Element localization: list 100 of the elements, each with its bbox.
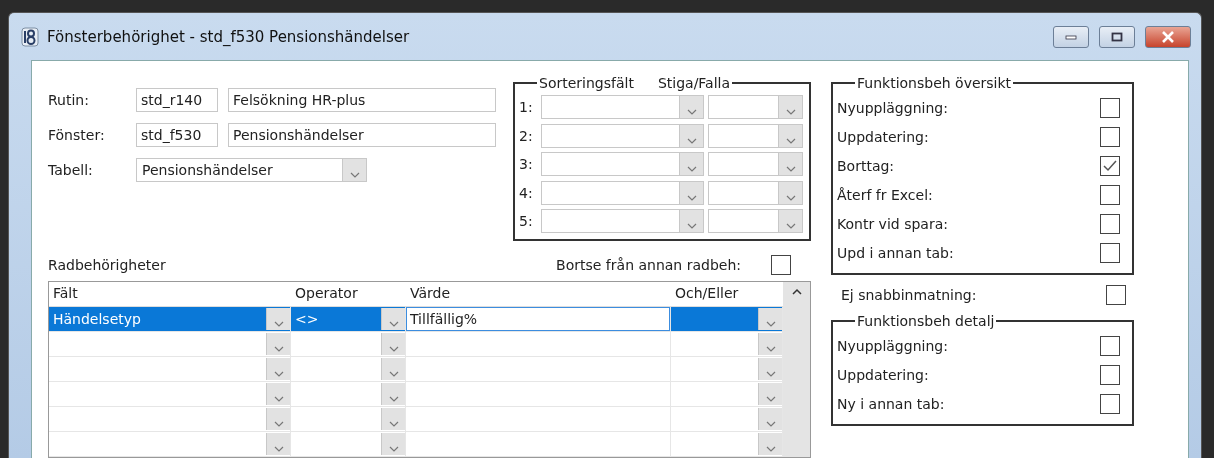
table-cell[interactable]: Händelsetyp <box>49 307 291 332</box>
table-cell[interactable] <box>671 307 783 332</box>
maximize-button[interactable] <box>1099 25 1135 48</box>
table-cell[interactable] <box>291 357 406 382</box>
dropdown-button[interactable] <box>679 181 703 204</box>
group-title: Funktionsbeh detalj <box>856 313 996 329</box>
dropdown-button[interactable] <box>266 433 290 455</box>
dropdown-button[interactable] <box>778 96 802 119</box>
checkbox[interactable] <box>1100 393 1120 414</box>
order-dropdown[interactable] <box>708 180 803 205</box>
dropdown-button[interactable] <box>758 308 782 330</box>
table-cell[interactable] <box>406 332 671 357</box>
checkbox[interactable] <box>1100 155 1120 176</box>
table-cell[interactable] <box>406 432 671 457</box>
order-dropdown[interactable] <box>708 95 803 120</box>
chevron-icon <box>388 321 399 327</box>
checkbox[interactable] <box>1100 97 1120 118</box>
checkbox-label: Upd i annan tab: <box>837 244 955 261</box>
dropdown-button[interactable] <box>342 159 366 181</box>
checkbox[interactable] <box>1100 364 1120 385</box>
dropdown-button[interactable] <box>679 124 703 147</box>
table-dropdown[interactable]: Pensionshändelser <box>136 158 367 182</box>
dropdown-button[interactable] <box>778 181 802 204</box>
checkbox-label: Uppdatering: <box>837 366 930 383</box>
close-button[interactable] <box>1145 25 1191 48</box>
checkbox[interactable] <box>1100 242 1120 263</box>
dropdown-button[interactable] <box>758 333 782 355</box>
table-cell[interactable] <box>49 332 291 357</box>
table-cell[interactable] <box>406 357 671 382</box>
order-dropdown[interactable] <box>708 123 803 148</box>
checkbox-label: Nyuppläggning: <box>837 99 949 116</box>
chevron-icon <box>686 223 697 230</box>
checkbox-label: Kontr vid spara: <box>837 215 949 232</box>
order-dropdown[interactable] <box>708 209 803 234</box>
dropdown-button[interactable] <box>266 383 290 405</box>
close-icon <box>1161 30 1175 43</box>
dropdown-button[interactable] <box>778 124 802 147</box>
dropdown-button[interactable] <box>266 333 290 355</box>
chevron-icon <box>785 194 796 201</box>
dropdown-button[interactable] <box>381 308 405 330</box>
table-cell[interactable] <box>406 407 671 432</box>
table-cell[interactable] <box>291 382 406 407</box>
code-field[interactable]: std_r140 <box>136 88 218 112</box>
section-title: Radbehörigheter <box>48 257 166 273</box>
dropdown-button[interactable] <box>778 210 802 233</box>
checkbox[interactable] <box>1100 213 1120 234</box>
table-cell[interactable] <box>291 332 406 357</box>
scrollbar[interactable] <box>783 282 810 457</box>
dropdown-button[interactable] <box>778 153 802 176</box>
checkbox[interactable] <box>1100 184 1120 205</box>
table-cell[interactable] <box>291 407 406 432</box>
dropdown-button[interactable] <box>381 333 405 355</box>
dropdown-button[interactable] <box>381 433 405 455</box>
input-field[interactable]: Tillfällig% <box>406 307 670 331</box>
checkbox[interactable] <box>1100 126 1120 147</box>
dropdown-button[interactable] <box>758 383 782 405</box>
checkbox-label: Ny i annan tab: <box>837 395 946 412</box>
field-label: Tabell: <box>48 162 94 178</box>
sort-field-dropdown[interactable] <box>541 209 704 234</box>
table-cell[interactable] <box>49 382 291 407</box>
row-number: 2: <box>519 127 534 144</box>
dropdown-button[interactable] <box>758 433 782 455</box>
table-cell[interactable] <box>49 357 291 382</box>
table-cell[interactable]: <> <box>291 307 406 332</box>
sort-field-dropdown[interactable] <box>541 123 704 148</box>
table-cell[interactable] <box>671 382 783 407</box>
chevron-icon <box>765 421 776 427</box>
dropdown-button[interactable] <box>679 96 703 119</box>
name-field[interactable]: Pensionshändelser <box>228 123 496 147</box>
table-cell[interactable] <box>49 432 291 457</box>
dropdown-button[interactable] <box>758 358 782 380</box>
dropdown-button[interactable] <box>679 153 703 176</box>
minimize-button[interactable] <box>1053 25 1089 48</box>
table-cell[interactable] <box>671 357 783 382</box>
checkbox[interactable] <box>771 255 791 275</box>
checkbox[interactable] <box>1106 285 1126 305</box>
dropdown-button[interactable] <box>266 408 290 430</box>
table-cell[interactable] <box>49 407 291 432</box>
dropdown-button[interactable] <box>679 210 703 233</box>
chevron-icon <box>388 346 399 352</box>
dropdown-button[interactable] <box>266 308 290 330</box>
code-field[interactable]: std_f530 <box>136 123 218 147</box>
order-dropdown[interactable] <box>708 152 803 177</box>
dropdown-button[interactable] <box>381 358 405 380</box>
sort-field-dropdown[interactable] <box>541 95 704 120</box>
row-number: 3: <box>519 156 534 173</box>
checkbox-label: Ej snabbinmatning: <box>841 287 977 303</box>
checkbox[interactable] <box>1100 335 1120 356</box>
table-cell[interactable] <box>671 332 783 357</box>
dropdown-button[interactable] <box>381 408 405 430</box>
dropdown-button[interactable] <box>381 383 405 405</box>
sort-field-dropdown[interactable] <box>541 152 704 177</box>
table-cell[interactable] <box>671 432 783 457</box>
table-cell[interactable] <box>406 382 671 407</box>
table-cell[interactable] <box>291 432 406 457</box>
sort-field-dropdown[interactable] <box>541 180 704 205</box>
dropdown-button[interactable] <box>266 358 290 380</box>
dropdown-button[interactable] <box>758 408 782 430</box>
table-cell[interactable] <box>671 407 783 432</box>
name-field[interactable]: Felsökning HR-plus <box>228 88 496 112</box>
